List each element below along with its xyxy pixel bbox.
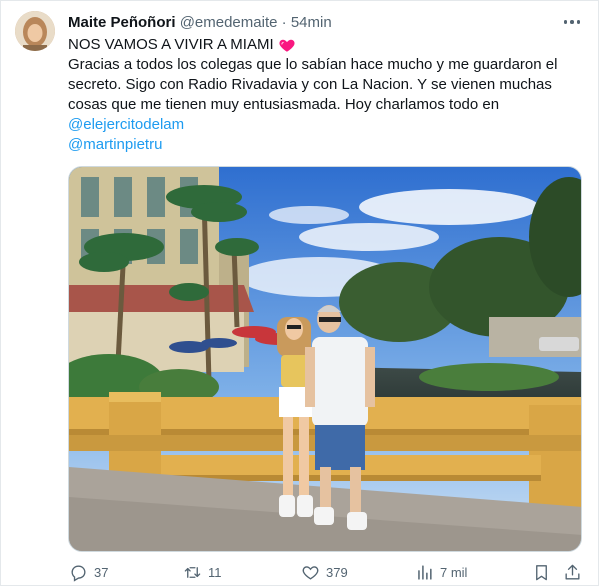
retweet-count: 11 (208, 564, 222, 580)
views-count: 7 mil (440, 564, 468, 580)
separator-dot: · (281, 14, 287, 31)
mention-link[interactable]: @martinpietru (68, 135, 583, 155)
reply-icon (71, 564, 86, 582)
retweet-button[interactable]: 11 (183, 561, 222, 583)
like-button[interactable]: 379 (301, 561, 348, 583)
bookmark-icon (536, 564, 547, 580)
tweet-text: NOS VAMOS A VIVIR A MIAMI Gracias a todo… (68, 35, 583, 155)
heart-outline-icon (302, 565, 319, 580)
tweet-photo[interactable] (68, 166, 582, 552)
reply-count: 37 (94, 564, 109, 580)
sparkling-heart-icon (279, 39, 295, 52)
bookmark-button[interactable] (532, 561, 551, 583)
views-button[interactable]: 7 mil (415, 561, 467, 583)
avatar[interactable] (15, 11, 55, 51)
author-handle[interactable]: @emedemaite (180, 14, 278, 31)
mention-link[interactable]: @elejercitodelam (68, 115, 583, 135)
more-options-icon[interactable] (560, 13, 584, 31)
share-icon (565, 564, 580, 580)
author-name[interactable]: Maite Peñoñori (68, 14, 176, 31)
like-count: 379 (326, 564, 348, 580)
tweet-header: Maite Peñoñori @emedemaite · 54min (68, 13, 588, 33)
tweet-body: Gracias a todos los colegas que lo sabía… (68, 56, 558, 113)
tweet-actions: 37 11 379 7 mil (61, 561, 591, 583)
retweet-icon (184, 566, 201, 578)
bar-chart-icon (418, 564, 432, 580)
tweet-card[interactable]: Maite Peñoñori @emedemaite · 54min NOS V… (0, 0, 599, 586)
tweet-timestamp[interactable]: 54min (291, 14, 332, 31)
tweet-headline: NOS VAMOS A VIVIR A MIAMI (68, 36, 274, 53)
share-button[interactable] (563, 561, 582, 583)
reply-button[interactable]: 37 (69, 561, 108, 583)
